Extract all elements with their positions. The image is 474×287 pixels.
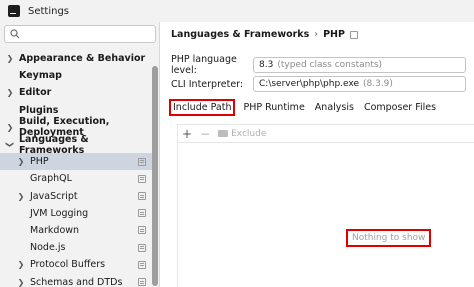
sidebar-item-editor[interactable]: ❯ Editor bbox=[0, 84, 152, 101]
sidebar-item-label: Protocol Buffers bbox=[30, 259, 106, 271]
breadcrumb-parent[interactable]: Languages & Frameworks bbox=[171, 29, 309, 40]
chevron-right-icon[interactable]: ❯ bbox=[17, 192, 25, 201]
language-level-select[interactable]: 8.3 (typed class constants) bbox=[253, 57, 466, 73]
settings-tree: ❯ Appearance & Behavior Keymap ❯ Editor … bbox=[0, 50, 152, 287]
sidebar-item-label: JVM Logging bbox=[30, 207, 89, 219]
chevron-down-icon[interactable]: ❯ bbox=[6, 141, 15, 149]
settings-sidebar: ❯ Appearance & Behavior Keymap ❯ Editor … bbox=[0, 22, 160, 287]
folder-icon bbox=[218, 130, 229, 137]
sidebar-item-label: GraphQL bbox=[30, 173, 72, 185]
sidebar-item-label: PHP bbox=[30, 156, 49, 168]
cli-interpreter-select[interactable]: C:\server\php\php.exe (8.3.9) bbox=[253, 76, 466, 92]
add-icon[interactable]: + bbox=[182, 127, 192, 141]
app-icon bbox=[8, 5, 20, 17]
sidebar-item-javascript[interactable]: ❯ JavaScript bbox=[0, 188, 152, 205]
sidebar-item-markdown[interactable]: Markdown bbox=[0, 222, 152, 239]
sidebar-item-label: Plugins bbox=[19, 104, 59, 116]
sidebar-item-label: Editor bbox=[19, 87, 52, 99]
cli-interpreter-label: CLI Interpreter: bbox=[171, 78, 244, 90]
chevron-right-icon[interactable]: ❯ bbox=[17, 260, 25, 269]
tab-php-runtime[interactable]: PHP Runtime bbox=[241, 100, 306, 115]
language-level-label: PHP language level: bbox=[171, 54, 237, 76]
language-level-row: PHP language level: 8.3 (typed class con… bbox=[171, 54, 466, 76]
cli-interpreter-value: C:\server\php\php.exe bbox=[259, 79, 359, 89]
sidebar-item-jvm-logging[interactable]: JVM Logging bbox=[0, 205, 152, 222]
tab-analysis[interactable]: Analysis bbox=[313, 100, 356, 115]
include-path-toolbar: + − Exclude bbox=[178, 125, 474, 143]
project-settings-icon bbox=[138, 260, 146, 269]
sidebar-item-nodejs[interactable]: Node.js bbox=[0, 239, 152, 256]
search-icon bbox=[10, 29, 20, 39]
project-settings-icon bbox=[138, 278, 146, 287]
sidebar-item-schemas-dtds[interactable]: ❯ Schemas and DTDs bbox=[0, 273, 152, 287]
sidebar-item-label: Node.js bbox=[30, 242, 66, 254]
title-bar: Settings bbox=[0, 0, 474, 22]
window-title: Settings bbox=[28, 5, 70, 17]
sidebar-item-appearance-behavior[interactable]: ❯ Appearance & Behavior bbox=[0, 50, 152, 67]
chevron-right-icon[interactable]: ❯ bbox=[6, 123, 14, 132]
sidebar-item-label: Keymap bbox=[19, 70, 62, 82]
cli-interpreter-hint: (8.3.9) bbox=[363, 79, 393, 89]
sidebar-item-graphql[interactable]: GraphQL bbox=[0, 170, 152, 187]
project-settings-icon bbox=[349, 30, 358, 39]
remove-icon[interactable]: − bbox=[200, 127, 210, 141]
tab-include-path[interactable]: Include Path bbox=[169, 98, 236, 116]
sidebar-item-languages-frameworks[interactable]: ❯ Languages & Frameworks bbox=[0, 134, 152, 156]
project-settings-icon bbox=[138, 174, 146, 183]
breadcrumb-current: PHP bbox=[323, 29, 345, 40]
tab-composer-files[interactable]: Composer Files bbox=[362, 100, 438, 115]
empty-state-text: Nothing to show bbox=[346, 229, 432, 247]
settings-content: Languages & Frameworks › PHP PHP languag… bbox=[161, 22, 474, 287]
sidebar-item-label: JavaScript bbox=[30, 190, 78, 202]
sidebar-item-keymap[interactable]: Keymap bbox=[0, 67, 152, 84]
chevron-right-icon[interactable]: ❯ bbox=[6, 88, 14, 97]
include-path-panel: + − Exclude Nothing to show bbox=[177, 124, 474, 287]
sidebar-item-label: Markdown bbox=[30, 224, 80, 236]
sidebar-item-protocol-buffers[interactable]: ❯ Protocol Buffers bbox=[0, 256, 152, 273]
chevron-right-icon[interactable]: ❯ bbox=[6, 54, 14, 63]
sidebar-scrollbar[interactable] bbox=[152, 66, 158, 286]
language-level-value: 8.3 bbox=[259, 60, 274, 70]
search-input[interactable] bbox=[4, 25, 156, 43]
project-settings-icon bbox=[138, 157, 146, 166]
exclude-button[interactable]: Exclude bbox=[231, 129, 266, 139]
project-settings-icon bbox=[138, 243, 146, 252]
project-settings-icon bbox=[138, 209, 146, 218]
sidebar-item-label: Appearance & Behavior bbox=[19, 53, 146, 65]
chevron-right-icon[interactable]: ❯ bbox=[17, 157, 25, 166]
language-level-hint: (typed class constants) bbox=[277, 60, 383, 70]
sidebar-item-label: Schemas and DTDs bbox=[30, 276, 123, 287]
chevron-right-icon[interactable]: ❯ bbox=[17, 278, 25, 287]
project-settings-icon bbox=[138, 226, 146, 235]
settings-tabs: Include Path PHP Runtime Analysis Compos… bbox=[169, 98, 444, 116]
project-settings-icon bbox=[138, 192, 146, 201]
breadcrumb: Languages & Frameworks › PHP bbox=[171, 29, 358, 40]
sidebar-item-php[interactable]: ❯ PHP bbox=[0, 153, 152, 171]
breadcrumb-separator: › bbox=[314, 29, 319, 40]
cli-interpreter-row: CLI Interpreter: C:\server\php\php.exe (… bbox=[171, 76, 466, 92]
